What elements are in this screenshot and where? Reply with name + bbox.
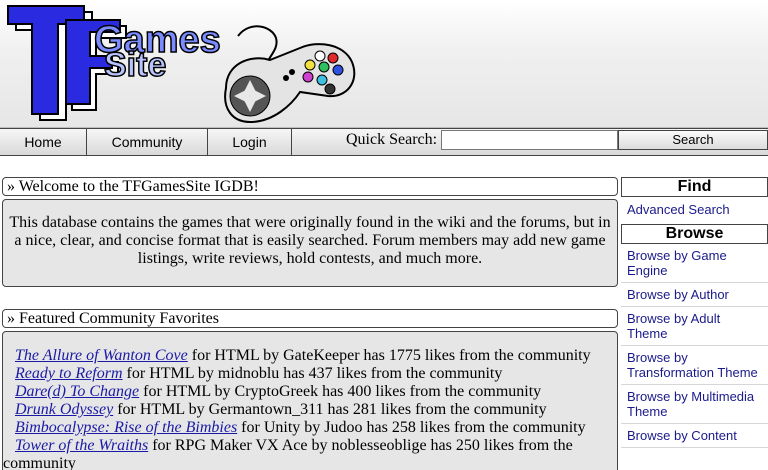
list-item: Drunk Odyssey for HTML by Germantown_311… [15, 401, 617, 419]
list-item: Dare(d) To Change for HTML by CryptoGree… [15, 383, 617, 401]
game-details: for HTML by GateKeeper has 1775 likes fr… [187, 347, 591, 364]
nav-community-link[interactable]: Community [87, 129, 208, 155]
game-details: for RPG Maker VX Ace by noblesseoblige h… [148, 437, 573, 454]
logo-site-word: Site [104, 46, 166, 84]
sidebar-item-author[interactable]: Browse by Author [621, 283, 768, 307]
tfgamessite-logo[interactable]: Games Site [0, 0, 360, 128]
advanced-search-link[interactable]: Advanced Search [621, 197, 768, 224]
welcome-text: This database contains the games that we… [2, 199, 618, 287]
gamepad-icon [224, 43, 356, 124]
quick-search-label: Quick Search: [346, 131, 438, 148]
game-details: for Unity by Judoo has 258 likes from th… [237, 419, 586, 436]
sidebar-item-content[interactable]: Browse by Content [621, 424, 768, 448]
nav-home-link[interactable]: Home [0, 129, 87, 155]
site-header: Games Site [0, 0, 768, 128]
game-details: for HTML by Germantown_311 has 281 likes… [113, 401, 547, 418]
sidebar-item-game-engine[interactable]: Browse by Game Engine [621, 244, 768, 283]
game-link[interactable]: The Allure of Wanton Cove [15, 347, 188, 364]
list-item: The Allure of Wanton Cove for HTML by Ga… [15, 347, 617, 365]
featured-list: The Allure of Wanton Cove for HTML by Ga… [2, 331, 618, 470]
game-link[interactable]: Drunk Odyssey [15, 401, 113, 418]
game-details: for HTML by midnoblu has 437 likes from … [122, 365, 503, 382]
sidebar-item-transformation-theme[interactable]: Browse by Transformation Theme [621, 346, 768, 385]
sidebar-item-multimedia-theme[interactable]: Browse by Multimedia Theme [621, 385, 768, 424]
browse-heading: Browse [621, 224, 768, 244]
game-link[interactable]: Bimbocalypse: Rise of the Bimbies [15, 419, 237, 436]
game-link[interactable]: Dare(d) To Change [15, 383, 139, 400]
nav-login-link[interactable]: Login [208, 129, 292, 155]
sidebar-item-adult-theme[interactable]: Browse by Adult Theme [621, 307, 768, 346]
list-item: Ready to Reform for HTML by midnoblu has… [15, 365, 617, 383]
find-heading: Find [621, 177, 768, 197]
list-item: Tower of the Wraiths for RPG Maker VX Ac… [15, 437, 617, 455]
game-link[interactable]: Tower of the Wraiths [15, 437, 148, 454]
list-item: Bimbocalypse: Rise of the Bimbies for Un… [15, 419, 617, 437]
list-item-continuation: community [3, 455, 76, 470]
quick-search-input[interactable] [441, 130, 618, 150]
game-details: for HTML by CryptoGreek has 400 likes fr… [139, 383, 542, 400]
featured-title: » Featured Community Favorites [2, 309, 618, 328]
game-link[interactable]: Ready to Reform [15, 365, 123, 382]
search-button[interactable]: Search [618, 130, 768, 150]
nav-bar: Home Community Login Quick Search: Searc… [0, 128, 768, 156]
welcome-title: » Welcome to the TFGamesSite IGDB! [2, 177, 618, 196]
sidebar: Find Advanced Search Browse Browse by Ga… [621, 177, 768, 448]
